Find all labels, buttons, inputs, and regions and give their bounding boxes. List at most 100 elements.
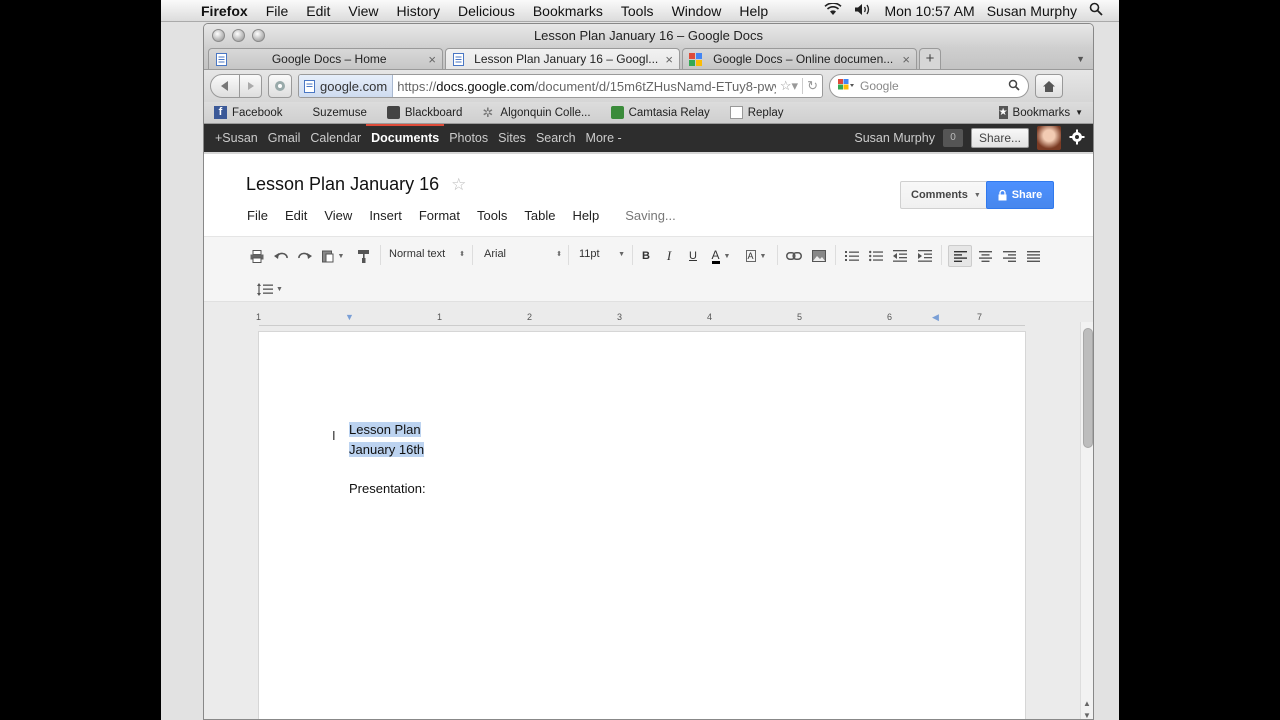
highlight-color-icon[interactable]: A ▼ xyxy=(741,247,771,265)
bookmark-suzemuse[interactable]: Suzemuse xyxy=(313,107,367,119)
print-icon[interactable] xyxy=(248,247,266,265)
text-color-icon[interactable]: A ▼ xyxy=(706,247,736,265)
left-indent-marker-icon[interactable]: ▼ xyxy=(345,312,354,322)
bookmark-replay[interactable]: Replay xyxy=(729,106,784,119)
gbar-calendar[interactable]: Calendar xyxy=(305,131,366,145)
line-spacing-icon[interactable]: ▼ xyxy=(254,280,286,298)
bookmark-blackboard[interactable]: Blackboard xyxy=(386,106,462,119)
menu-view[interactable]: View xyxy=(339,3,387,19)
tab-docs-online[interactable]: Google Docs – Online documen... × xyxy=(682,48,917,69)
gbar-gmail[interactable]: Gmail xyxy=(263,131,306,145)
app-menu[interactable]: Firefox xyxy=(197,3,257,19)
align-left-icon[interactable] xyxy=(948,245,972,267)
bookmark-algonquin[interactable]: ✲ Algonquin Colle... xyxy=(482,106,590,119)
tab-close-icon[interactable]: × xyxy=(902,52,910,67)
docs-menu-tools[interactable]: Tools xyxy=(477,208,507,223)
menu-tools[interactable]: Tools xyxy=(612,3,663,19)
back-button[interactable] xyxy=(210,74,240,98)
docs-menu-file[interactable]: File xyxy=(247,208,268,223)
share-button[interactable]: Share xyxy=(986,181,1054,209)
undo-icon[interactable] xyxy=(272,247,290,265)
doc-line[interactable]: January 16th xyxy=(349,442,425,457)
avatar[interactable] xyxy=(1037,126,1061,150)
docs-menu-table[interactable]: Table xyxy=(524,208,555,223)
italic-icon[interactable]: I xyxy=(660,247,678,265)
docs-menu-format[interactable]: Format xyxy=(419,208,460,223)
menu-edit[interactable]: Edit xyxy=(297,3,339,19)
user-name[interactable]: Susan Murphy xyxy=(981,3,1083,19)
selected-text[interactable]: January 16th xyxy=(349,442,425,457)
docs-menu-help[interactable]: Help xyxy=(572,208,599,223)
selected-text[interactable]: Lesson Plan xyxy=(349,422,421,437)
menu-file[interactable]: File xyxy=(257,3,298,19)
docs-menu-insert[interactable]: Insert xyxy=(369,208,402,223)
align-center-icon[interactable] xyxy=(975,247,995,265)
search-icon[interactable] xyxy=(1008,79,1020,94)
bookmark-star-icon[interactable]: ☆▾ xyxy=(776,78,802,94)
url-bar[interactable]: google.com https://docs.google.com/docum… xyxy=(298,74,823,98)
identity-button[interactable] xyxy=(268,74,292,98)
font-select[interactable]: Arial ⬍ xyxy=(484,248,562,260)
url-text[interactable]: https://docs.google.com/document/d/15m6t… xyxy=(393,79,776,94)
scrollbar-thumb[interactable] xyxy=(1083,328,1093,448)
style-select[interactable]: Normal text ⬍ xyxy=(389,248,465,260)
scroll-up-arrow-icon[interactable]: ▲ xyxy=(1083,699,1091,708)
forward-button[interactable] xyxy=(240,74,262,98)
underline-icon[interactable]: U xyxy=(684,247,702,265)
tab-docs-home[interactable]: Google Docs – Home × xyxy=(208,48,443,69)
docs-menu-edit[interactable]: Edit xyxy=(285,208,307,223)
vertical-scrollbar[interactable]: ▲ ▼ xyxy=(1080,322,1093,719)
volume-icon[interactable] xyxy=(848,3,878,19)
gbar-plus-susan[interactable]: +Susan xyxy=(210,131,263,145)
bold-icon[interactable]: B xyxy=(637,247,655,265)
menu-history[interactable]: History xyxy=(387,3,449,19)
line-text[interactable]: Presentation: xyxy=(349,481,426,496)
tab-close-icon[interactable]: × xyxy=(665,52,673,67)
home-button[interactable] xyxy=(1035,74,1063,98)
google-search-engine-icon[interactable] xyxy=(838,78,854,94)
menu-help[interactable]: Help xyxy=(730,3,777,19)
align-justify-icon[interactable] xyxy=(1023,247,1043,265)
minimize-window-button[interactable] xyxy=(232,29,245,42)
close-window-button[interactable] xyxy=(212,29,225,42)
gbar-documents[interactable]: Documents xyxy=(366,124,445,152)
star-icon[interactable]: ☆ xyxy=(451,175,466,195)
tab-list-chevron-down-icon[interactable]: ▼ xyxy=(1076,54,1085,64)
clock[interactable]: Mon 10:57 AM xyxy=(878,3,980,19)
gbar-search[interactable]: Search xyxy=(531,131,581,145)
redo-icon[interactable] xyxy=(296,247,314,265)
tab-lesson-plan[interactable]: Lesson Plan January 16 – Googl... × xyxy=(445,48,680,69)
settings-gear-icon[interactable] xyxy=(1069,129,1085,148)
gbar-sites[interactable]: Sites xyxy=(493,131,531,145)
bookmarks-menu[interactable]: ★ Bookmarks ▼ xyxy=(998,106,1083,119)
menu-window[interactable]: Window xyxy=(663,3,731,19)
increase-indent-icon[interactable] xyxy=(915,247,935,265)
menu-bookmarks[interactable]: Bookmarks xyxy=(524,3,612,19)
scroll-down-arrow-icon[interactable]: ▼ xyxy=(1083,711,1091,719)
paint-format-icon[interactable] xyxy=(355,247,373,265)
notification-count[interactable]: 0 xyxy=(942,129,963,147)
gbar-user-name[interactable]: Susan Murphy xyxy=(854,131,935,145)
doc-line[interactable]: Lesson Plan xyxy=(349,422,421,437)
decrease-indent-icon[interactable] xyxy=(890,247,910,265)
gbar-more[interactable]: More - xyxy=(581,131,627,145)
site-identity[interactable]: google.com xyxy=(299,75,394,97)
wifi-icon[interactable] xyxy=(818,1,848,19)
font-size-select[interactable]: 11pt ▼ xyxy=(579,248,625,260)
docs-menu-view[interactable]: View xyxy=(324,208,352,223)
gbar-photos[interactable]: Photos xyxy=(444,131,493,145)
document-title[interactable]: Lesson Plan January 16 xyxy=(246,174,439,195)
paste-icon[interactable]: ▼ xyxy=(319,247,347,265)
comments-button[interactable]: Comments ▼ xyxy=(900,181,992,209)
search-input[interactable]: Google xyxy=(860,79,1002,93)
reload-icon[interactable]: ↻ xyxy=(802,78,822,94)
link-icon[interactable] xyxy=(784,247,804,265)
search-bar[interactable]: Google xyxy=(829,74,1029,98)
right-indent-marker-icon[interactable]: ◀ xyxy=(932,312,939,323)
tab-close-icon[interactable]: × xyxy=(428,52,436,67)
spotlight-icon[interactable] xyxy=(1083,2,1109,19)
numbered-list-icon[interactable] xyxy=(842,247,862,265)
doc-line[interactable]: Presentation: xyxy=(349,481,426,496)
menu-delicious[interactable]: Delicious xyxy=(449,3,524,19)
bookmark-facebook[interactable]: f Facebook xyxy=(214,106,283,119)
